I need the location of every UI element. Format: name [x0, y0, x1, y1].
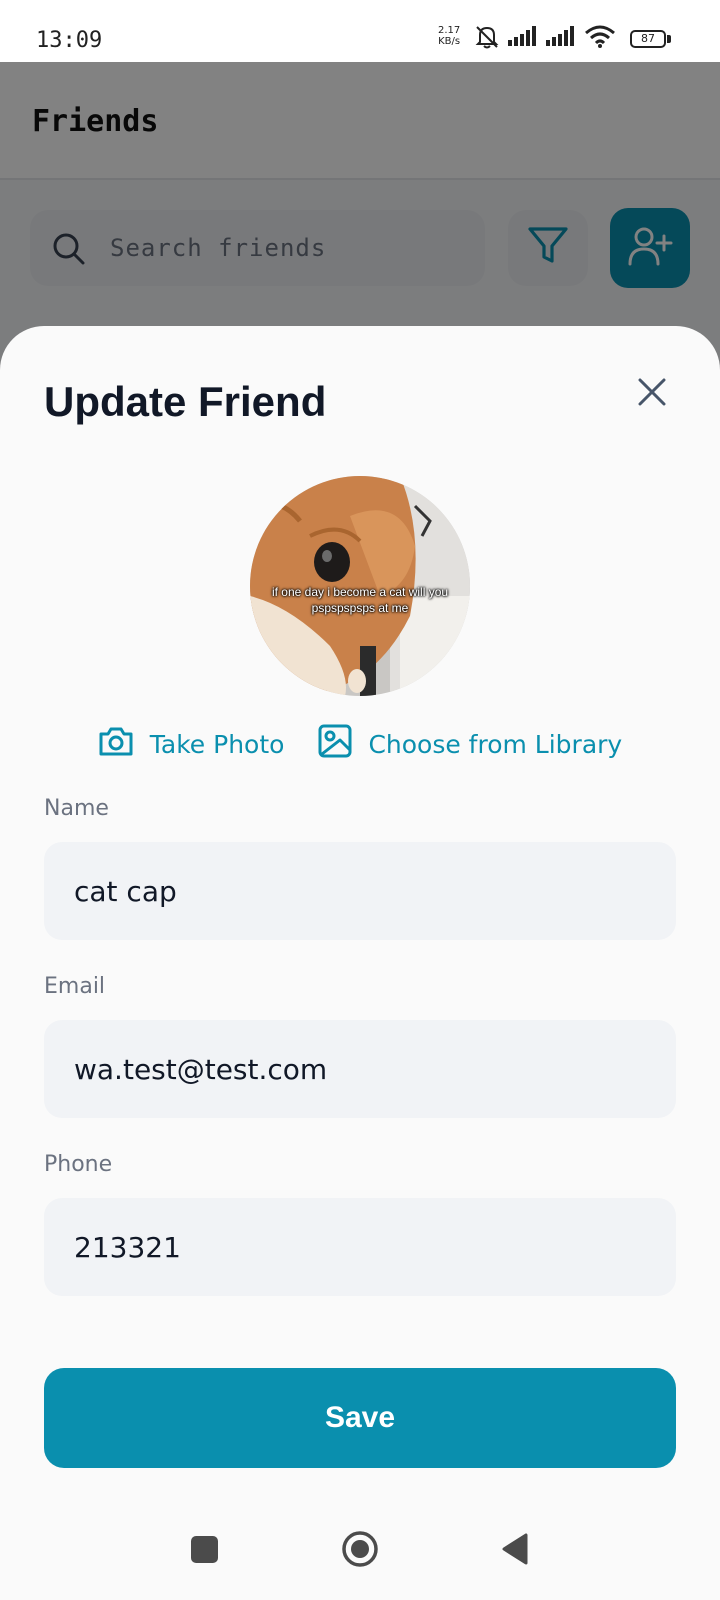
avatar[interactable]: if one day i become a cat will you pspsp…: [250, 476, 470, 696]
phone-field[interactable]: 213321: [44, 1198, 676, 1296]
home-button[interactable]: [341, 1530, 379, 1568]
save-button[interactable]: Save: [44, 1368, 676, 1468]
take-photo-label: Take Photo: [149, 729, 285, 759]
system-nav-bar: [0, 1506, 720, 1600]
email-label: Email: [44, 974, 106, 999]
battery-level: 87: [630, 30, 666, 48]
name-field[interactable]: cat cap: [44, 842, 676, 940]
network-speed-unit: KB/s: [438, 36, 461, 47]
bell-muted-icon: [474, 24, 500, 55]
email-field[interactable]: wa.test@test.com: [44, 1020, 676, 1118]
choose-library-button[interactable]: Choose from Library: [318, 724, 622, 764]
sheet-title: Update Friend: [44, 378, 327, 425]
home-circle-icon: [342, 1531, 378, 1567]
back-triangle-icon: [502, 1533, 528, 1565]
name-label: Name: [44, 796, 109, 821]
update-friend-sheet: Update Friend if one day i become a cat …: [0, 326, 720, 1600]
close-button[interactable]: [630, 372, 674, 416]
avatar-caption: if one day i become a cat will you pspsp…: [271, 585, 449, 615]
status-bar: 13:09 2.17 KB/s 87: [0, 0, 720, 62]
network-speed-value: 2.17: [438, 25, 461, 36]
photo-actions: Take Photo Choose from Library: [0, 724, 720, 764]
back-button[interactable]: [500, 1532, 530, 1566]
battery-icon: 87: [630, 30, 672, 50]
image-icon: [318, 724, 352, 764]
take-photo-button[interactable]: Take Photo: [98, 724, 285, 764]
wifi-icon: [584, 25, 616, 54]
status-time: 13:09: [36, 28, 103, 53]
phone-label: Phone: [44, 1152, 113, 1177]
camera-icon: [98, 725, 134, 763]
recents-button[interactable]: [191, 1536, 218, 1563]
network-speed: 2.17 KB/s: [438, 25, 460, 47]
signal-icon: [508, 25, 538, 53]
status-icons: [474, 24, 616, 54]
choose-library-label: Choose from Library: [368, 729, 623, 759]
close-icon: [637, 377, 667, 412]
signal-icon: [546, 25, 576, 53]
